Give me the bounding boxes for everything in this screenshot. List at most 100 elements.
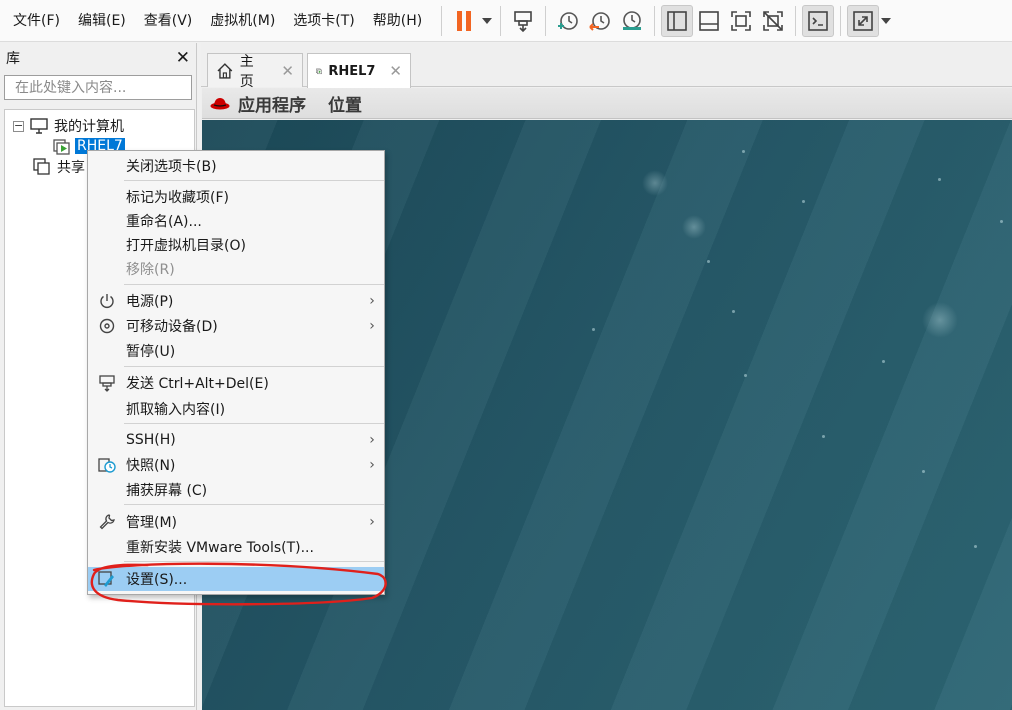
snapshot-icon bbox=[558, 11, 579, 30]
close-icon[interactable]: ✕ bbox=[176, 49, 190, 67]
menu-item-manage[interactable]: 管理(M) › bbox=[88, 510, 384, 534]
menu-separator bbox=[124, 504, 384, 505]
library-header: 库 ✕ bbox=[0, 43, 196, 73]
stretch-guest-button[interactable] bbox=[847, 4, 880, 37]
tab-rhel7[interactable]: RHEL7 ✕ bbox=[307, 53, 411, 88]
toolbar bbox=[435, 0, 893, 41]
snapshot-manager-button[interactable] bbox=[616, 5, 648, 37]
desktop-decoration bbox=[822, 435, 825, 438]
show-library-icon bbox=[667, 10, 688, 31]
chevron-down-icon bbox=[881, 17, 892, 24]
menu-separator bbox=[124, 366, 384, 367]
show-library-button[interactable] bbox=[661, 4, 694, 37]
collapse-toggle[interactable]: − bbox=[13, 120, 24, 132]
menu-tabs[interactable]: 选项卡(T) bbox=[284, 1, 363, 41]
menu-item-pause[interactable]: 暂停(U) bbox=[88, 339, 384, 363]
menu-item-power[interactable]: 电源(P) › bbox=[88, 289, 384, 313]
shared-vms-icon bbox=[33, 158, 51, 176]
menubar-toolbar: 文件(F) 编辑(E) 查看(V) 虚拟机(M) 选项卡(T) 帮助(H) bbox=[0, 0, 1012, 42]
desktop-decoration bbox=[642, 170, 668, 196]
tab-label: RHEL7 bbox=[328, 63, 376, 79]
full-screen-button[interactable] bbox=[725, 5, 757, 37]
unity-button[interactable] bbox=[757, 5, 789, 37]
settings-icon bbox=[98, 571, 114, 587]
take-snapshot-button[interactable] bbox=[552, 5, 584, 37]
send-ctrl-alt-del-button[interactable] bbox=[507, 5, 539, 37]
thumbnail-bar-icon bbox=[699, 10, 720, 31]
home-icon bbox=[217, 62, 233, 79]
full-screen-icon bbox=[731, 10, 752, 31]
toolbar-separator bbox=[500, 5, 502, 36]
toolbar-separator bbox=[441, 5, 443, 36]
chevron-right-icon: › bbox=[369, 514, 375, 530]
menu-separator bbox=[124, 180, 384, 181]
snapshot-icon bbox=[98, 458, 116, 473]
desktop-decoration bbox=[938, 178, 941, 181]
menu-item-grab-input[interactable]: 抓取输入内容(I) bbox=[88, 397, 384, 421]
redhat-logo-icon bbox=[210, 98, 230, 110]
toolbar-separator bbox=[840, 5, 842, 36]
stretch-guest-icon bbox=[853, 10, 874, 31]
chevron-right-icon: › bbox=[369, 293, 375, 309]
menu-item-removable-devices[interactable]: 可移动设备(D) › bbox=[88, 314, 384, 338]
search-input[interactable] bbox=[15, 79, 189, 96]
desktop-decoration bbox=[592, 328, 595, 331]
menu-help[interactable]: 帮助(H) bbox=[364, 1, 431, 41]
thumbnail-bar-button[interactable] bbox=[693, 5, 725, 37]
menu-item-remove: 移除(R) bbox=[126, 262, 175, 278]
desktop-decoration bbox=[707, 260, 710, 263]
vm-running-icon bbox=[316, 68, 322, 75]
menu-item-capture-screen[interactable]: 捕获屏幕 (C) bbox=[88, 478, 384, 502]
menu-item-rename[interactable]: 重命名(A)... bbox=[88, 209, 384, 233]
send-keys-icon bbox=[99, 375, 115, 392]
vm-running-icon bbox=[53, 137, 71, 155]
menu-item-reinstall-vmware-tools[interactable]: 重新安装 VMware Tools(T)... bbox=[88, 535, 384, 559]
monitor-icon bbox=[30, 117, 48, 135]
menu-separator bbox=[124, 423, 384, 424]
tree-item-label: 共享 bbox=[57, 160, 85, 176]
close-icon[interactable]: ✕ bbox=[389, 62, 402, 80]
tab-bar: 主页 ✕ RHEL7 ✕ bbox=[201, 43, 1012, 90]
vm-context-menu: 关闭选项卡(B) 标记为收藏项(F) 重命名(A)... 打开虚拟机目录(O) … bbox=[87, 150, 385, 595]
menu-edit[interactable]: 编辑(E) bbox=[69, 1, 135, 41]
tree-item-shared[interactable]: 共享 bbox=[33, 157, 87, 177]
unity-icon bbox=[763, 10, 784, 31]
power-icon bbox=[100, 294, 114, 308]
guest-menu-applications[interactable]: 应用程序 bbox=[210, 91, 306, 116]
guest-menu-places[interactable]: 位置 bbox=[328, 91, 362, 116]
revert-snapshot-button[interactable] bbox=[584, 5, 616, 37]
menu-item-ssh[interactable]: SSH(H) › bbox=[88, 428, 384, 452]
send-ctrl-alt-del-icon bbox=[514, 10, 533, 32]
menu-item-close-tab[interactable]: 关闭选项卡(B) bbox=[88, 154, 384, 178]
menu-item-snapshot[interactable]: 快照(N) › bbox=[88, 453, 384, 477]
menu-item-settings[interactable]: 设置(S)... bbox=[88, 567, 384, 591]
tree-item-my-computer[interactable]: − 我的计算机 bbox=[13, 116, 126, 136]
stretch-dropdown[interactable] bbox=[879, 5, 893, 37]
removable-device-icon bbox=[99, 318, 115, 334]
console-view-icon bbox=[808, 10, 829, 31]
desktop-decoration bbox=[922, 302, 958, 338]
menu-view[interactable]: 查看(V) bbox=[135, 1, 202, 41]
wrench-icon bbox=[99, 514, 115, 530]
chevron-down-icon bbox=[482, 17, 493, 24]
menu-vm[interactable]: 虚拟机(M) bbox=[201, 1, 284, 41]
desktop-decoration bbox=[682, 215, 706, 239]
toolbar-separator bbox=[795, 5, 797, 36]
pause-dropdown[interactable] bbox=[480, 5, 494, 37]
desktop-decoration bbox=[1000, 220, 1003, 223]
desktop-decoration bbox=[882, 360, 885, 363]
menubar: 文件(F) 编辑(E) 查看(V) 虚拟机(M) 选项卡(T) 帮助(H) bbox=[0, 0, 431, 41]
pause-button[interactable] bbox=[448, 5, 480, 37]
menu-item-open-vm-directory[interactable]: 打开虚拟机目录(O) bbox=[88, 233, 384, 257]
chevron-right-icon: › bbox=[369, 432, 375, 448]
menu-item-mark-favorite[interactable]: 标记为收藏项(F) bbox=[88, 185, 384, 209]
menu-file[interactable]: 文件(F) bbox=[4, 1, 69, 41]
guest-menu-label: 应用程序 bbox=[238, 95, 306, 116]
console-view-button[interactable] bbox=[802, 4, 835, 37]
desktop-decoration bbox=[742, 150, 745, 153]
close-icon[interactable]: ✕ bbox=[281, 62, 294, 80]
snapshot-manager-icon bbox=[623, 10, 642, 30]
menu-item-send-ctrl-alt-del[interactable]: 发送 Ctrl+Alt+Del(E) bbox=[88, 371, 384, 395]
tab-home[interactable]: 主页 ✕ bbox=[207, 53, 303, 90]
library-title: 库 bbox=[6, 51, 20, 67]
